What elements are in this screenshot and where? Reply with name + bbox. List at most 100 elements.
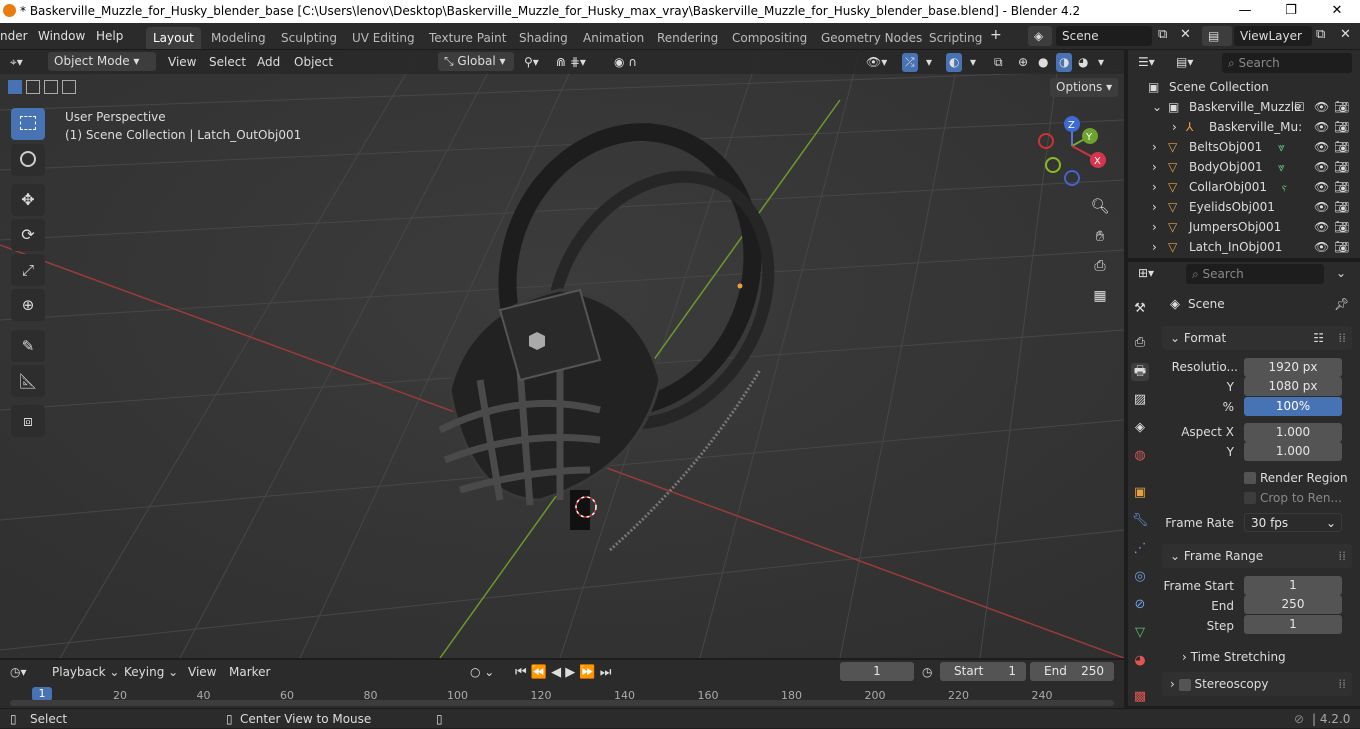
properties-options-icon[interactable]: ⌄ xyxy=(1336,264,1346,283)
mode-dropdown[interactable]: Object Mode ▾ xyxy=(48,52,156,71)
resolution-y-field[interactable]: 1080 px xyxy=(1244,377,1342,396)
transform-tool[interactable]: ⊕ xyxy=(11,289,45,321)
outliner-row[interactable]: › ▽ Latch_InObj001 👁︎ 📷︎ xyxy=(1128,237,1360,257)
stereoscopy-checkbox[interactable] xyxy=(1178,678,1191,691)
tab-geometry-nodes[interactable]: Geometry Nodes xyxy=(814,27,929,49)
outliner-row[interactable]: › ▽ CollarObj001 ⲋ 👁︎ 📷︎ xyxy=(1128,177,1360,197)
render-tab-icon[interactable]: ⎙ xyxy=(1131,334,1149,352)
modifier-tab-icon[interactable]: 🔧︎ xyxy=(1131,512,1149,530)
physics-tab-icon[interactable]: ◎ xyxy=(1131,568,1149,586)
snap-icon[interactable]: ⋒ ⋕▾ xyxy=(556,53,586,72)
outliner-row[interactable]: › ▽ BodyObj001 ⩔ 👁︎ 📷︎ xyxy=(1128,157,1360,177)
new-view-layer-icon[interactable]: ⧉ xyxy=(1316,27,1325,42)
gizmo-dropdown-icon[interactable]: ▾ xyxy=(926,53,932,72)
select-box-tool[interactable] xyxy=(11,108,45,140)
outliner-editor-icon[interactable]: ☰▾ xyxy=(1138,53,1155,72)
frame-start-field[interactable]: 1 xyxy=(1244,576,1342,595)
wireframe-shading-icon[interactable]: ⊕ xyxy=(1018,53,1028,72)
tab-modeling[interactable]: Modeling xyxy=(204,27,273,49)
playhead[interactable]: 1 xyxy=(32,687,52,701)
view-layer-tab-icon[interactable]: ▨ xyxy=(1131,391,1149,409)
tab-layout[interactable]: Layout xyxy=(146,27,201,49)
texture-tab-icon[interactable]: ▩ xyxy=(1131,688,1149,706)
overlay-dropdown-icon[interactable]: ▾ xyxy=(970,53,976,72)
constraints-tab-icon[interactable]: ⊘ xyxy=(1131,596,1149,614)
aspect-x-field[interactable]: 1.000 xyxy=(1244,423,1342,442)
orientation-dropdown[interactable]: ⤡ Global ▾ xyxy=(438,52,514,71)
scene-tab-icon[interactable]: ◈ xyxy=(1131,419,1149,437)
timeline-scrollbar[interactable] xyxy=(10,700,1114,706)
annotate-tool[interactable]: ✎ xyxy=(11,330,45,362)
ortho-grid-icon[interactable]: ▦ xyxy=(1088,284,1112,308)
properties-search-input[interactable]: ⌕ Search xyxy=(1186,264,1324,284)
rotate-tool[interactable]: ⟳ xyxy=(11,219,45,251)
pivot-icon[interactable]: ⚲▾ xyxy=(524,53,539,72)
new-scene-icon[interactable]: ⧉ xyxy=(1158,27,1167,42)
move-tool[interactable]: ✥ xyxy=(11,184,45,216)
shading-dropdown-icon[interactable]: ▾ xyxy=(1098,53,1104,72)
menu-playback[interactable]: Playback ⌄ xyxy=(52,663,119,682)
scale-tool[interactable]: ⤢ xyxy=(11,254,45,286)
crop-checkbox[interactable] xyxy=(1244,492,1256,504)
delete-view-layer-icon[interactable]: ✕ xyxy=(1340,27,1351,42)
frame-rate-dropdown[interactable]: 30 fps ⌄ xyxy=(1244,513,1342,532)
timeline-editor-icon[interactable]: ◷▾ xyxy=(10,663,27,682)
end-frame-field[interactable]: End 250 xyxy=(1030,662,1114,681)
scene-name-field[interactable]: Scene xyxy=(1056,26,1152,46)
menu-add[interactable]: Add xyxy=(257,53,280,72)
delete-scene-icon[interactable]: ✕ xyxy=(1180,27,1191,42)
properties-editor-icon[interactable]: ⊞▾ xyxy=(1138,264,1154,283)
material-shading-icon[interactable]: ◑ xyxy=(1056,53,1073,72)
close-button[interactable]: ✕ xyxy=(1314,0,1360,23)
menu-keying[interactable]: Keying ⌄ xyxy=(124,663,178,682)
output-tab-icon[interactable]: 🖶︎ xyxy=(1131,363,1149,381)
stereoscopy-panel-header[interactable]: › Stereoscopy ⁞⁞ xyxy=(1162,672,1352,696)
view-layer-field[interactable]: ViewLayer xyxy=(1234,26,1312,46)
frame-step-field[interactable]: 1 xyxy=(1244,615,1342,634)
outliner-row[interactable]: › ▽ EyelidsObj001 👁︎ 📷︎ xyxy=(1128,197,1360,217)
menu-view[interactable]: View xyxy=(168,53,196,72)
rendered-shading-icon[interactable]: ◕ xyxy=(1078,53,1088,72)
gizmo-toggle-icon[interactable]: ⤮ xyxy=(902,53,918,72)
playback-controls[interactable]: ⏮ ⏪ ◀ ▶ ⏩ ⏭ xyxy=(515,663,611,682)
view-layer-icon[interactable]: ▤ xyxy=(1202,26,1232,46)
outliner-root[interactable]: ▣ Scene Collection xyxy=(1128,77,1360,97)
editor-type-icon[interactable]: ⌖▾ xyxy=(10,53,23,72)
minimize-button[interactable]: — xyxy=(1222,0,1268,23)
tab-animation[interactable]: Animation xyxy=(576,27,651,49)
menu-object[interactable]: Object xyxy=(294,53,333,72)
outliner-row[interactable]: › ▽ BeltsObj001 ⩔ 👁︎ 📷︎ xyxy=(1128,137,1360,157)
tab-compositing[interactable]: Compositing xyxy=(725,27,814,49)
camera-view-icon[interactable]: ⎙ xyxy=(1088,254,1112,278)
render-region-checkbox[interactable] xyxy=(1244,472,1256,484)
pan-hand-icon[interactable]: ✋︎ xyxy=(1088,224,1112,248)
tab-uv-editing[interactable]: UV Editing xyxy=(345,27,422,49)
cursor-tool[interactable] xyxy=(11,144,45,176)
time-stretching-panel-header[interactable]: › Time Stretching xyxy=(1162,645,1352,669)
aspect-y-field[interactable]: 1.000 xyxy=(1244,442,1342,461)
navigation-gizmo[interactable]: Z Y X xyxy=(1030,112,1120,192)
menu-window[interactable]: Window xyxy=(38,29,85,43)
object-tab-icon[interactable]: ▣ xyxy=(1131,484,1149,502)
xray-icon[interactable]: ⧉ xyxy=(994,53,1003,72)
selection-mode-buttons[interactable] xyxy=(8,80,104,96)
resolution-x-field[interactable]: 1920 px xyxy=(1244,358,1342,377)
measure-tool[interactable]: 📐︎ xyxy=(11,365,45,397)
frame-range-panel-header[interactable]: ⌄ Frame Range ⁞⁞ xyxy=(1162,544,1352,568)
visibility-icon[interactable]: 👁︎▾ xyxy=(866,53,887,72)
start-frame-field[interactable]: Start 1 xyxy=(940,662,1026,681)
add-workspace-button[interactable]: + xyxy=(990,27,1002,43)
solid-shading-icon[interactable]: ● xyxy=(1038,53,1048,72)
zoom-icon[interactable]: 🔍︎ xyxy=(1088,194,1112,218)
material-tab-icon[interactable]: ◕ xyxy=(1131,652,1149,670)
menu-marker[interactable]: Marker xyxy=(229,663,270,682)
menu-help[interactable]: Help xyxy=(96,29,123,43)
particles-tab-icon[interactable]: ⋰ xyxy=(1131,540,1149,558)
scene-selector-icon[interactable]: ◈ xyxy=(1028,26,1052,46)
tab-rendering[interactable]: Rendering xyxy=(650,27,725,49)
proportional-edit-icon[interactable]: ◉ ∩ xyxy=(614,53,637,72)
tab-sculpting[interactable]: Sculpting xyxy=(274,27,344,49)
tool-tab-icon[interactable]: ⚒ xyxy=(1131,300,1149,318)
pin-icon[interactable]: 📌︎ xyxy=(1334,295,1349,314)
frame-end-field[interactable]: 250 xyxy=(1244,595,1342,614)
